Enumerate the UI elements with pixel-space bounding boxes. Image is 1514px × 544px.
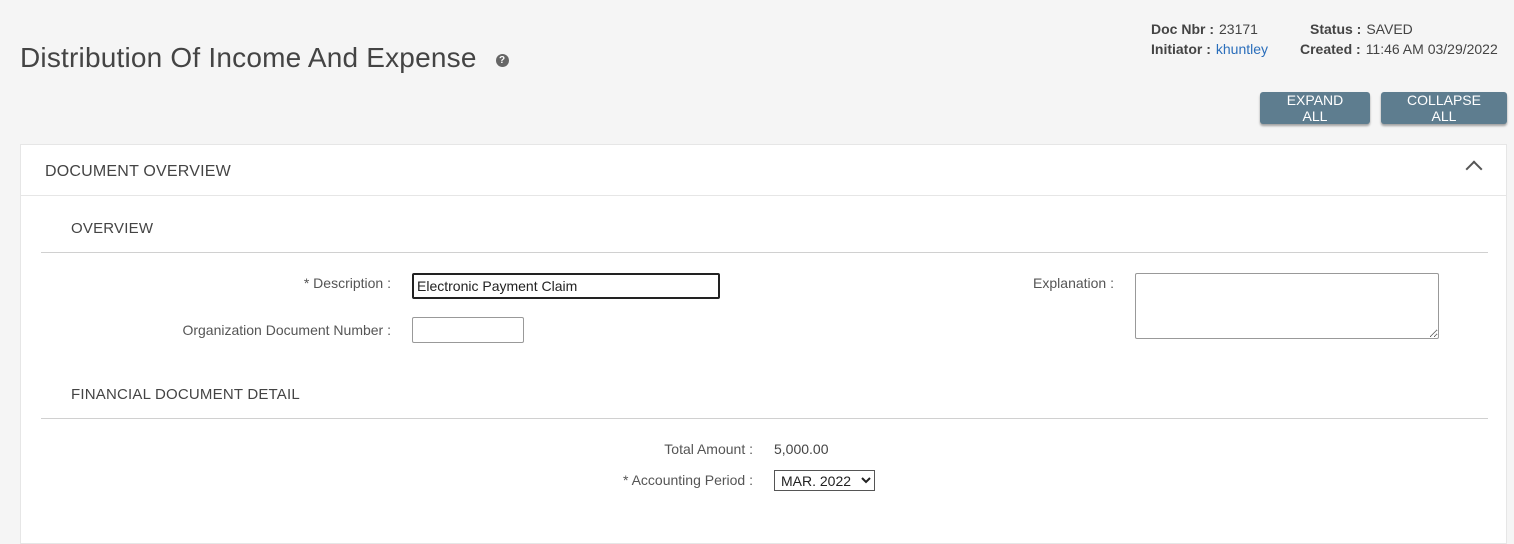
page-title-text: Distribution Of Income And Expense bbox=[20, 42, 477, 73]
doc-nbr-value: 23171 bbox=[1219, 21, 1258, 37]
doc-nbr-label: Doc Nbr : bbox=[1151, 21, 1214, 37]
total-amount-value: 5,000.00 bbox=[774, 441, 829, 457]
doc-info-row-1: Doc Nbr : 23171 Status : SAVED bbox=[1151, 19, 1498, 39]
org-doc-number-input[interactable] bbox=[412, 317, 524, 343]
org-doc-number-label: Organization Document Number : bbox=[182, 322, 391, 338]
panel-title: DOCUMENT OVERVIEW bbox=[45, 163, 231, 180]
chevron-up-icon[interactable] bbox=[1465, 160, 1483, 178]
overview-section-title: OVERVIEW bbox=[71, 220, 154, 237]
total-amount-label: Total Amount : bbox=[664, 441, 753, 457]
created-value: 11:46 AM 03/29/2022 bbox=[1365, 41, 1498, 57]
accounting-period-label: * Accounting Period : bbox=[623, 472, 753, 488]
explanation-label: Explanation : bbox=[1033, 275, 1114, 291]
description-label: * Description : bbox=[303, 275, 391, 291]
document-overview-panel: DOCUMENT OVERVIEW OVERVIEW * Description… bbox=[20, 144, 1507, 544]
expand-all-button[interactable]: EXPAND ALL bbox=[1260, 92, 1370, 124]
explanation-textarea[interactable] bbox=[1135, 273, 1439, 339]
financial-divider bbox=[41, 418, 1488, 419]
overview-divider bbox=[41, 252, 1488, 253]
status-value: SAVED bbox=[1366, 21, 1413, 37]
financial-section-title: FINANCIAL DOCUMENT DETAIL bbox=[71, 386, 300, 403]
panel-header[interactable]: DOCUMENT OVERVIEW bbox=[21, 145, 1506, 196]
accounting-period-select[interactable]: MAR. 2022 bbox=[774, 470, 875, 491]
page-title: Distribution Of Income And Expense ? bbox=[20, 42, 509, 74]
created-label: Created : bbox=[1300, 41, 1361, 57]
collapse-all-button[interactable]: COLLAPSE ALL bbox=[1381, 92, 1507, 124]
doc-info-row-2: Initiator : khuntley Created : 11:46 AM … bbox=[1151, 39, 1498, 59]
status-label: Status : bbox=[1310, 21, 1362, 37]
help-icon[interactable]: ? bbox=[495, 53, 509, 67]
document-info: Doc Nbr : 23171 Status : SAVED Initiator… bbox=[1151, 19, 1498, 59]
initiator-link[interactable]: khuntley bbox=[1216, 39, 1268, 59]
description-input[interactable] bbox=[412, 273, 720, 299]
initiator-label: Initiator : bbox=[1151, 41, 1211, 57]
